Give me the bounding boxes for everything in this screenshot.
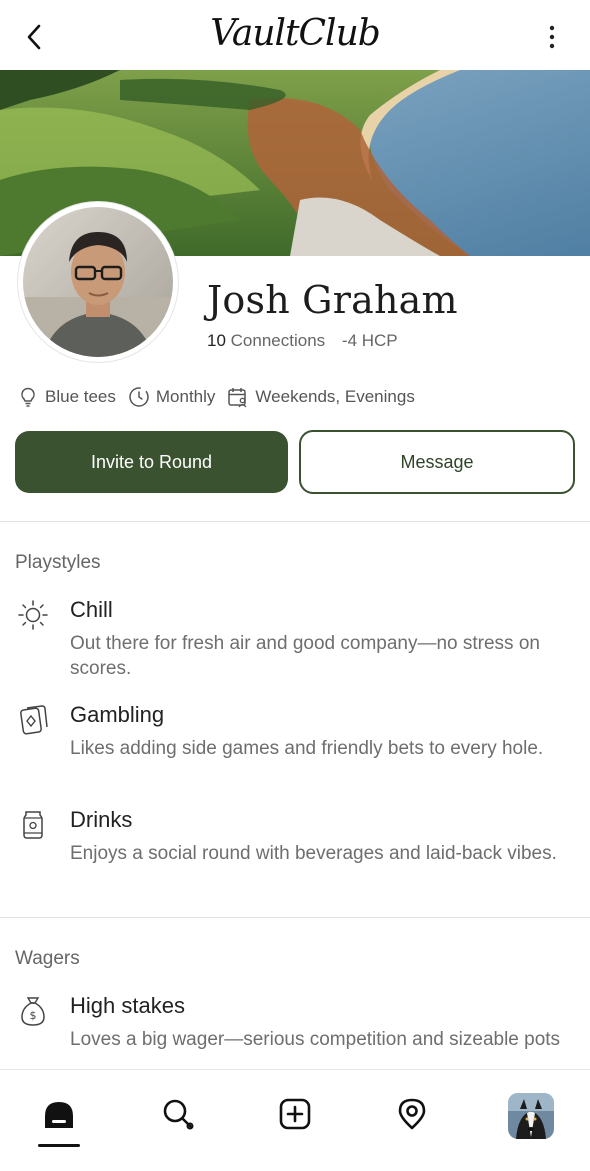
wager-item-high-stakes: $ High stakes Loves a big wager—serious … (15, 993, 575, 1069)
calendar-user-icon (227, 386, 249, 408)
active-tab-indicator (38, 1144, 80, 1147)
playstyle-title: Gambling (70, 702, 165, 727)
drink-can-icon (15, 807, 51, 843)
home-icon (45, 1102, 73, 1128)
money-bag-icon: $ (15, 993, 51, 1029)
profile-stats: 10 Connections -4 HCP (207, 331, 398, 351)
connections-label[interactable]: Connections (231, 331, 326, 350)
wagers-heading: Wagers (15, 948, 80, 969)
wager-description: Loves a big wager—serious competition an… (70, 1029, 561, 1050)
top-bar: VaultClub (0, 0, 590, 70)
playstyle-description: Out there for fresh air and good company… (70, 633, 540, 679)
search-icon (163, 1099, 194, 1130)
handicap-value: -4 HCP (341, 331, 398, 350)
pref-frequency: Monthly (128, 386, 216, 408)
playstyle-title: Chill (70, 597, 113, 622)
playstyles-heading: Playstyles (15, 552, 101, 573)
bottom-nav (0, 1069, 590, 1171)
playstyle-item-drinks: Drinks Enjoys a social round with bevera… (15, 807, 575, 897)
pref-frequency-label: Monthly (155, 387, 216, 406)
nav-map[interactable] (390, 1092, 434, 1136)
nav-home[interactable] (37, 1092, 81, 1136)
lightbulb-icon (17, 386, 39, 408)
nav-create[interactable] (273, 1092, 317, 1136)
nav-search[interactable] (156, 1092, 200, 1136)
more-vertical-icon (549, 25, 555, 49)
profile-name: Josh Graham (207, 278, 458, 322)
playstyle-title: Drinks (70, 807, 133, 832)
pref-tees-label: Blue tees (45, 387, 116, 406)
message-button[interactable]: Message (299, 430, 575, 494)
more-options-button[interactable] (542, 22, 562, 52)
pref-tees: Blue tees (17, 386, 116, 408)
connections-count: 10 (207, 331, 226, 350)
wager-title: High stakes (70, 993, 185, 1018)
playstyle-item-chill: Chill Out there for fresh air and good c… (15, 597, 575, 687)
location-pin-icon (398, 1098, 426, 1130)
pref-availability-label: Weekends, Evenings (255, 387, 415, 406)
pref-availability: Weekends, Evenings (227, 386, 415, 408)
playstyle-description: Likes adding side games and friendly bet… (70, 738, 544, 759)
nav-profile[interactable] (508, 1093, 554, 1139)
playstyle-item-gambling: Gambling Likes adding side games and fri… (15, 702, 575, 792)
invite-to-round-button[interactable]: Invite to Round (15, 431, 288, 493)
playstyle-description: Enjoys a social round with beverages and… (70, 843, 557, 864)
divider (0, 917, 590, 918)
playing-cards-icon (15, 702, 51, 738)
golf-preferences: Blue tees Monthly Weekends, Evenings (17, 386, 427, 408)
add-icon (279, 1098, 311, 1130)
profile-avatar (508, 1093, 554, 1139)
clock-icon (128, 386, 150, 408)
profile-avatar[interactable] (18, 202, 178, 362)
app-logo: VaultClub (210, 13, 381, 54)
sun-icon (15, 597, 51, 633)
divider (0, 521, 590, 522)
svg-text:$: $ (30, 1009, 37, 1022)
